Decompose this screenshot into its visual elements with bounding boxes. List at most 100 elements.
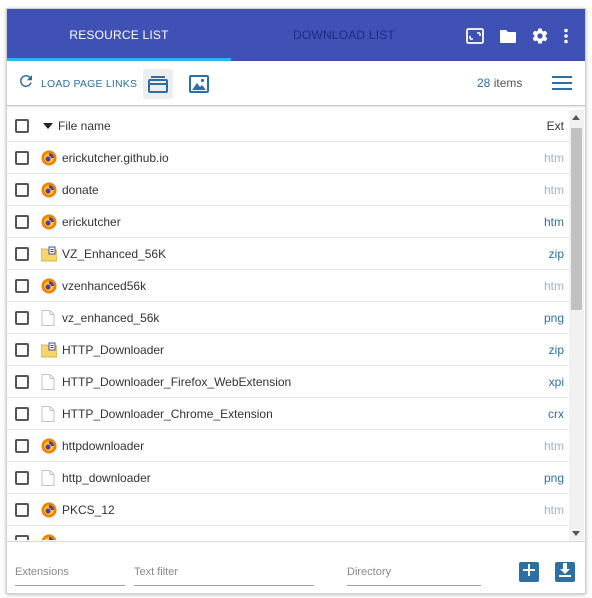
load-page-links-button[interactable]: LOAD PAGE LINKS bbox=[17, 71, 137, 96]
firefox-icon bbox=[41, 214, 57, 230]
file-name-cell: HTTP_Downloader_Firefox_WebExtension bbox=[62, 375, 292, 389]
text-filter-input[interactable] bbox=[134, 562, 314, 578]
refresh-icon bbox=[17, 72, 35, 95]
header-bar: RESOURCE LIST DOWNLOAD LIST bbox=[7, 9, 585, 61]
directory-input[interactable] bbox=[347, 562, 481, 578]
scroll-down-arrow[interactable] bbox=[572, 531, 580, 536]
menu-icon[interactable] bbox=[551, 75, 573, 93]
row-checkbox[interactable] bbox=[15, 215, 29, 229]
scroll-thumb[interactable] bbox=[571, 128, 582, 310]
extension-popup: RESOURCE LIST DOWNLOAD LIST LOAD PAGE LI… bbox=[6, 8, 586, 594]
extensions-input[interactable] bbox=[15, 562, 125, 578]
scrollbar[interactable] bbox=[569, 110, 584, 540]
table-row[interactable]: donate htm bbox=[7, 174, 569, 206]
file-name-cell: httpdownloader bbox=[62, 439, 145, 453]
table-row[interactable]: HTTP_Downloader zip bbox=[7, 334, 569, 366]
ext-cell: png bbox=[543, 311, 564, 325]
row-checkbox[interactable] bbox=[15, 535, 29, 540]
tab-resource-list[interactable]: RESOURCE LIST bbox=[7, 9, 231, 61]
fullscreen-icon[interactable] bbox=[464, 25, 486, 47]
file-name-cell: PKCS_12 bbox=[62, 503, 115, 517]
download-button[interactable] bbox=[555, 562, 575, 582]
column-file-name[interactable]: File name bbox=[58, 119, 111, 133]
ext-cell: png bbox=[543, 471, 564, 485]
row-checkbox[interactable] bbox=[15, 183, 29, 197]
plus-icon bbox=[523, 563, 535, 581]
firefox-icon bbox=[41, 502, 57, 518]
file-name-cell: http_downloader bbox=[62, 471, 151, 485]
table-row[interactable]: httpdownloader htm bbox=[7, 430, 569, 462]
firefox-icon bbox=[41, 534, 57, 540]
table-header: File name Ext bbox=[7, 110, 569, 142]
table-row[interactable]: VZ_Enhanced_56K zip bbox=[7, 238, 569, 270]
row-checkbox[interactable] bbox=[15, 279, 29, 293]
row-checkbox[interactable] bbox=[15, 503, 29, 517]
archive-icon bbox=[40, 342, 58, 358]
ext-cell: htm bbox=[543, 183, 564, 197]
file-name-cell: vz_enhanced_56k bbox=[62, 311, 160, 325]
ext-cell: zip bbox=[548, 343, 564, 357]
folder-icon[interactable] bbox=[497, 25, 519, 47]
file-name-cell: HTTP_Downloader bbox=[62, 343, 165, 357]
row-checkbox[interactable] bbox=[15, 311, 29, 325]
scroll-up-arrow[interactable] bbox=[572, 115, 580, 120]
row-checkbox[interactable] bbox=[15, 375, 29, 389]
text-filter-field bbox=[134, 562, 314, 586]
file-name-cell: donate bbox=[62, 183, 99, 197]
table-row[interactable]: http_downloader png bbox=[7, 462, 569, 494]
row-checkbox[interactable] bbox=[15, 471, 29, 485]
ext-cell: htm bbox=[543, 439, 564, 453]
ext-cell: crx bbox=[548, 407, 564, 421]
add-button[interactable] bbox=[519, 562, 539, 582]
ext-cell: htm bbox=[543, 503, 564, 517]
ext-cell: xpi bbox=[548, 375, 564, 389]
file-name-cell: HTTP_Downloader_Chrome_Extension bbox=[62, 407, 273, 421]
firefox-icon bbox=[41, 438, 57, 454]
file-icon bbox=[41, 310, 57, 326]
row-checkbox[interactable] bbox=[15, 343, 29, 357]
row-checkbox[interactable] bbox=[15, 407, 29, 421]
ext-cell: zip bbox=[548, 247, 564, 261]
table-row-partial[interactable] bbox=[7, 526, 569, 540]
row-checkbox[interactable] bbox=[15, 151, 29, 165]
file-icon bbox=[41, 470, 57, 486]
table-row[interactable]: HTTP_Downloader_Chrome_Extension crx bbox=[7, 398, 569, 430]
tab-download-list[interactable]: DOWNLOAD LIST bbox=[231, 9, 457, 61]
file-name-cell: VZ_Enhanced_56K bbox=[62, 247, 167, 261]
ext-cell: htm bbox=[543, 151, 564, 165]
table-row[interactable]: erickutcher.github.io htm bbox=[7, 142, 569, 174]
table-row[interactable]: HTTP_Downloader_Firefox_WebExtension xpi bbox=[7, 366, 569, 398]
item-count-suffix: items bbox=[493, 76, 523, 90]
firefox-icon bbox=[41, 278, 57, 294]
archive-icon bbox=[40, 246, 58, 262]
ext-cell: htm bbox=[543, 279, 564, 293]
layers-filter-icon[interactable] bbox=[143, 69, 173, 99]
firefox-icon bbox=[41, 182, 57, 198]
sort-desc-icon[interactable] bbox=[43, 123, 53, 129]
column-ext[interactable]: Ext bbox=[547, 119, 564, 133]
toolbar: LOAD PAGE LINKS 28 items bbox=[7, 61, 585, 106]
load-page-links-label: LOAD PAGE LINKS bbox=[41, 77, 138, 90]
settings-icon[interactable] bbox=[529, 25, 551, 47]
file-name-cell: erickutcher bbox=[62, 215, 121, 229]
table-row[interactable]: vzenhanced56k htm bbox=[7, 270, 569, 302]
directory-field bbox=[347, 562, 481, 586]
select-all-checkbox[interactable] bbox=[15, 119, 29, 133]
table-row[interactable]: PKCS_12 htm bbox=[7, 494, 569, 526]
download-icon bbox=[559, 562, 571, 582]
extensions-field bbox=[15, 562, 125, 586]
firefox-icon bbox=[41, 150, 57, 166]
table-row[interactable]: erickutcher htm bbox=[7, 206, 569, 238]
row-checkbox[interactable] bbox=[15, 439, 29, 453]
image-filter-icon[interactable] bbox=[184, 69, 214, 99]
footer-filters bbox=[7, 541, 585, 593]
more-vert-icon[interactable] bbox=[557, 25, 575, 47]
ext-cell: htm bbox=[543, 215, 564, 229]
file-icon bbox=[41, 406, 57, 422]
table-row[interactable]: vz_enhanced_56k png bbox=[7, 302, 569, 334]
resource-table: File name Ext erickutcher.github.io htm do… bbox=[7, 110, 569, 540]
file-name-cell: vzenhanced56k bbox=[62, 279, 147, 293]
file-icon bbox=[41, 374, 57, 390]
item-count-value: 28 bbox=[477, 76, 491, 90]
row-checkbox[interactable] bbox=[15, 247, 29, 261]
